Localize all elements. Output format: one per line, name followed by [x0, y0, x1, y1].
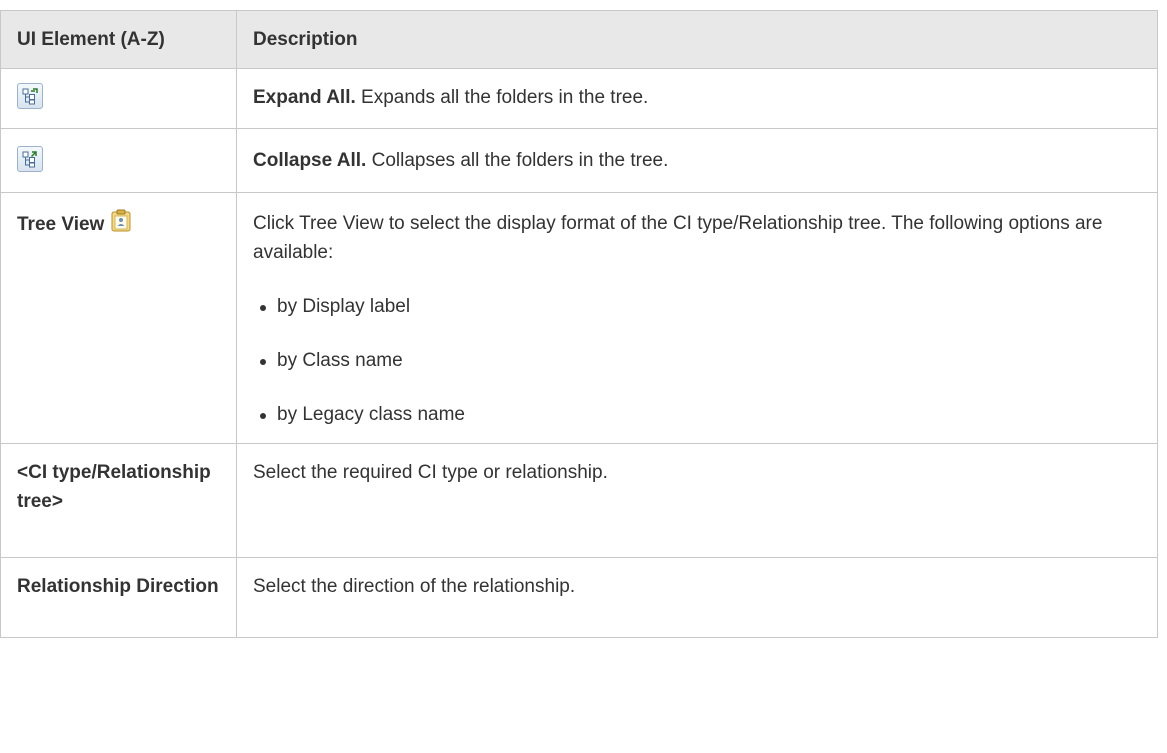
list-item: by Display label — [253, 292, 1141, 321]
collapse-all-text: Collapses all the folders in the tree. — [366, 150, 669, 171]
list-item: by Legacy class name — [253, 400, 1141, 429]
ui-elements-table: UI Element (A-Z) Description Expand All.… — [0, 10, 1158, 638]
tree-view-icon[interactable] — [110, 209, 132, 233]
tree-view-label: Tree View — [17, 214, 105, 235]
ci-tree-text: Select the required CI type or relations… — [253, 462, 608, 483]
element-cell: <CI type/Relationship tree> — [0, 443, 237, 558]
ci-tree-label: <CI type/Relationship tree> — [17, 462, 211, 512]
table-row: Collapse All. Collapses all the folders … — [0, 128, 1158, 193]
header-ui-element: UI Element (A-Z) — [0, 10, 237, 69]
expand-all-title: Expand All. — [253, 87, 356, 108]
table-row: Expand All. Expands all the folders in t… — [0, 68, 1158, 129]
element-cell — [0, 128, 237, 193]
description-cell: Expand All. Expands all the folders in t… — [236, 68, 1158, 129]
table-row: Tree View Click Tree View to select the … — [0, 192, 1158, 444]
description-cell: Collapse All. Collapses all the folders … — [236, 128, 1158, 193]
tree-view-options: by Display label by Class name by Legacy… — [253, 292, 1141, 429]
collapse-all-title: Collapse All. — [253, 150, 367, 171]
description-cell: Click Tree View to select the display fo… — [236, 192, 1158, 444]
description-cell: Select the direction of the relationship… — [236, 557, 1158, 638]
list-item: by Class name — [253, 346, 1141, 375]
element-cell — [0, 68, 237, 129]
tree-view-description: Click Tree View to select the display fo… — [253, 213, 1103, 263]
table-row: Relationship Direction Select the direct… — [0, 557, 1158, 638]
table-header-row: UI Element (A-Z) Description — [0, 10, 1158, 69]
collapse-all-icon[interactable] — [17, 146, 43, 172]
relationship-direction-text: Select the direction of the relationship… — [253, 576, 576, 597]
description-cell: Select the required CI type or relations… — [236, 443, 1158, 558]
expand-all-icon[interactable] — [17, 83, 43, 109]
element-cell: Tree View — [0, 192, 237, 444]
element-cell: Relationship Direction — [0, 557, 237, 638]
header-description: Description — [236, 10, 1158, 69]
table-row: <CI type/Relationship tree> Select the r… — [0, 443, 1158, 558]
expand-all-text: Expands all the folders in the tree. — [355, 87, 649, 108]
relationship-direction-label: Relationship Direction — [17, 576, 219, 597]
